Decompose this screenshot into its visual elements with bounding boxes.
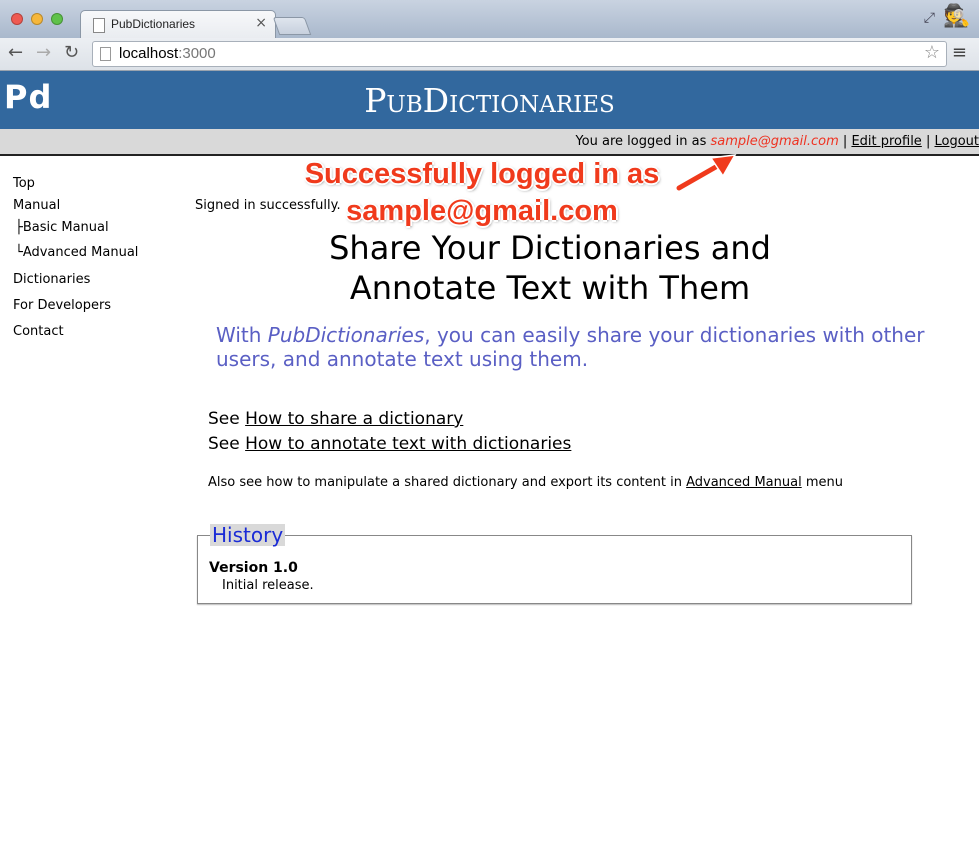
sidebar-item-contact[interactable]: Contact [13, 324, 138, 346]
lead-emphasis: PubDictionaries [267, 323, 425, 347]
version-title: Version 1.0 [209, 560, 298, 576]
forward-button[interactable]: → [36, 42, 51, 63]
edit-profile-link[interactable]: Edit profile [851, 134, 921, 149]
login-annotation: Successfully logged in as sample@gmail.c… [292, 156, 672, 230]
sidebar-item-dictionaries[interactable]: Dictionaries [13, 272, 138, 298]
user-email: sample@gmail.com [710, 134, 839, 149]
see-word: See [208, 434, 240, 454]
tab-close-icon[interactable]: × [255, 15, 267, 31]
reload-button[interactable]: ↻ [64, 42, 79, 63]
login-status: You are logged in as sample@gmail.com | … [575, 134, 979, 149]
back-button[interactable]: ← [8, 42, 23, 63]
see-share-line: See How to share a dictionary [208, 409, 463, 429]
heading-line-2: Annotate Text with Them [349, 269, 751, 307]
lead-text: With [216, 323, 268, 347]
address-bar[interactable]: localhost:3000 ☆ [92, 41, 947, 67]
new-tab-button[interactable] [272, 17, 312, 35]
annotation-line-2: sample@gmail.com [346, 195, 618, 227]
see-annotate-line: See How to annotate text with dictionari… [208, 434, 571, 454]
see-word: See [208, 409, 240, 429]
version-note: Initial release. [222, 578, 314, 593]
url-text[interactable]: localhost:3000 [119, 45, 216, 62]
site-header: Pd PubDictionaries [0, 71, 979, 129]
browser-titlebar: PubDictionaries × ⤢ 🕵 [0, 0, 979, 39]
browser-tab[interactable]: PubDictionaries × [80, 10, 276, 39]
annotate-text-link[interactable]: How to annotate text with dictionaries [245, 434, 571, 454]
also-see-text: Also see how to manipulate a shared dict… [208, 475, 843, 490]
sidebar-item-basic-manual[interactable]: ├Basic Manual [13, 220, 138, 245]
sidebar-item-manual[interactable]: Manual [13, 198, 138, 220]
separator: | [925, 134, 931, 149]
page-icon [100, 47, 111, 61]
browser-menu-icon[interactable]: ≡ [952, 42, 967, 63]
annotation-arrow-icon [675, 154, 737, 192]
history-legend: History [210, 523, 286, 547]
sidebar-nav: Top Manual ├Basic Manual └Advanced Manua… [13, 176, 138, 346]
sidebar-item-for-developers[interactable]: For Developers [13, 298, 138, 324]
sidebar-item-top[interactable]: Top [13, 176, 138, 198]
annotation-line-1: Successfully logged in as [304, 158, 660, 190]
also-text: Also see how to manipulate a shared dict… [208, 475, 687, 490]
browser-toolbar: ← → ↻ localhost:3000 ☆ ≡ [0, 38, 979, 71]
logout-link[interactable]: Logout [934, 134, 979, 149]
zoom-window-button[interactable] [51, 13, 63, 25]
close-window-button[interactable] [11, 13, 23, 25]
page-icon [93, 18, 105, 33]
user-bar: You are logged in as sample@gmail.com | … [0, 129, 979, 156]
separator: | [842, 134, 848, 149]
tab-title: PubDictionaries [111, 17, 196, 31]
also-text: menu [801, 475, 843, 490]
advanced-manual-link[interactable]: Advanced Manual [686, 475, 802, 490]
page-heading: Share Your Dictionaries and Annotate Tex… [290, 228, 810, 308]
minimize-window-button[interactable] [31, 13, 43, 25]
site-title: PubDictionaries [364, 81, 615, 120]
bookmark-star-icon[interactable]: ☆ [924, 42, 940, 63]
share-dictionary-link[interactable]: How to share a dictionary [245, 409, 463, 429]
lead-paragraph: With PubDictionaries, you can easily sha… [216, 323, 936, 371]
incognito-icon: 🕵 [943, 4, 971, 29]
login-prefix: You are logged in as [575, 134, 707, 149]
heading-line-1: Share Your Dictionaries and [329, 229, 771, 267]
history-box: History Version 1.0 Initial release. [197, 524, 912, 604]
sidebar-item-advanced-manual[interactable]: └Advanced Manual [13, 245, 138, 272]
fullscreen-icon[interactable]: ⤢ [924, 10, 935, 26]
